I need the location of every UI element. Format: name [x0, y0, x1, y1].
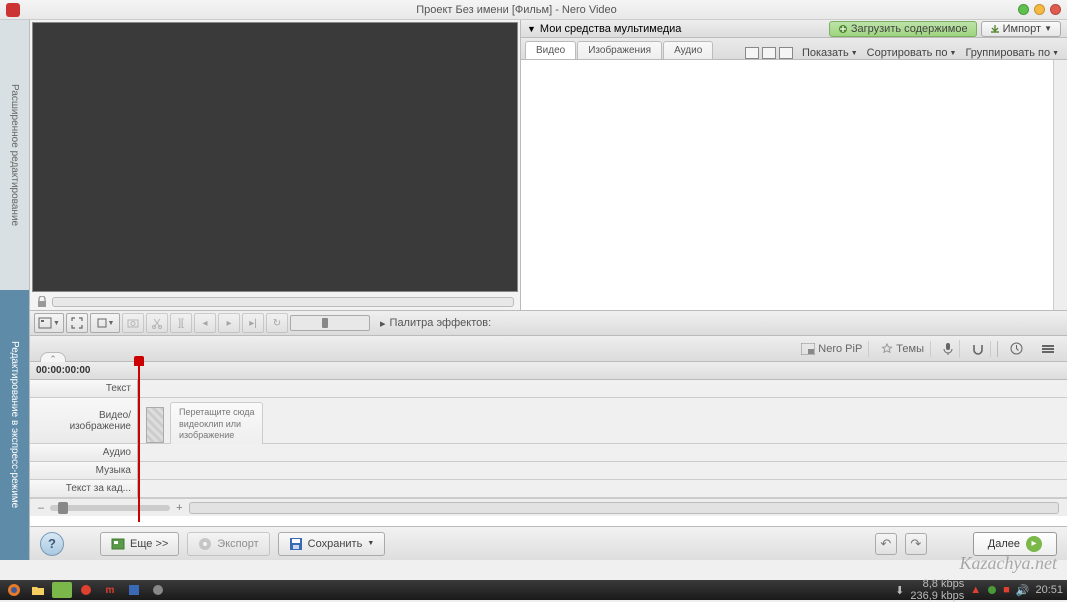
drop-hint: Перетащите сюда видеоклип или изображени… [170, 402, 263, 447]
media-scrollbar[interactable] [1053, 60, 1067, 310]
lock-icon[interactable] [36, 296, 48, 308]
app-icon-3[interactable]: m [100, 582, 120, 598]
mode-rail: Расширенное редактирование Редактировани… [0, 20, 30, 560]
download-icon: ⬇ [895, 584, 904, 597]
split-button: ][ [170, 313, 192, 333]
timeline-scrollbar[interactable] [189, 502, 1059, 514]
track-music[interactable] [138, 462, 1067, 479]
tray-icon-2[interactable] [987, 585, 997, 595]
effects-panel-header[interactable]: ▸ Палитра эффектов: [372, 317, 1063, 330]
cut-button [146, 313, 168, 333]
help-button[interactable]: ? [40, 532, 64, 556]
import-button[interactable]: Импорт ▼ [981, 21, 1061, 37]
titlebar: Проект Без имени [Фильм] - Nero Video [0, 0, 1067, 20]
clock-button[interactable] [1004, 340, 1029, 357]
more-button[interactable]: Еще >> [100, 532, 179, 556]
media-panel-header: ▼ Мои средства мультимедиа Загрузить сод… [521, 20, 1067, 38]
microphone-button[interactable] [937, 340, 960, 358]
track-video[interactable]: Перетащите сюда видеоклип или изображени… [138, 398, 1067, 443]
maximize-button[interactable] [1034, 4, 1045, 15]
track-text[interactable] [138, 380, 1067, 397]
tray-icon-3[interactable]: ■ [1003, 584, 1010, 596]
next-frame-button: ▸| [242, 313, 264, 333]
app-icon-1[interactable] [52, 582, 72, 598]
media-library[interactable] [521, 60, 1067, 310]
zoom-out-icon[interactable]: – [38, 502, 44, 514]
fullscreen-button[interactable] [66, 313, 88, 333]
upload-speed: 236,9 kbps [910, 590, 964, 602]
express-edit-tab[interactable]: Редактирование в экспресс-режиме [0, 290, 30, 560]
app-icon-5[interactable] [148, 582, 168, 598]
view-list-icon[interactable] [762, 47, 776, 59]
tool-menu-button[interactable]: ▼ [34, 313, 64, 333]
nero-pip-button[interactable]: Nero PiP [795, 341, 869, 357]
track-label-music: Музыка [30, 462, 138, 479]
os-taskbar: m ⬇ 8,8 kbps 236,9 kbps ▲ ■ 🔊 20:51 [0, 580, 1067, 600]
media-panel-title: Мои средства мультимедиа [540, 23, 682, 35]
next-button[interactable]: Далее ▸ [973, 532, 1057, 556]
app-icon-2[interactable] [76, 582, 96, 598]
track-label-video: Видео/ изображение [30, 398, 138, 443]
tab-images[interactable]: Изображения [577, 41, 662, 59]
advanced-edit-tab[interactable]: Расширенное редактирование [0, 20, 30, 290]
track-label-text: Текст [30, 380, 138, 397]
snapshot-button [122, 313, 144, 333]
clock[interactable]: 20:51 [1035, 584, 1063, 596]
track-label-audio: Аудио [30, 444, 138, 461]
view-detail-icon[interactable] [779, 47, 793, 59]
themes-button[interactable]: Темы [875, 341, 931, 357]
close-button[interactable] [1050, 4, 1061, 15]
zoom-slider[interactable] [50, 505, 170, 511]
crop-button[interactable]: ▼ [90, 313, 120, 333]
preview-viewport[interactable] [32, 22, 518, 292]
app-icon-4[interactable] [124, 582, 144, 598]
firefox-icon[interactable] [4, 582, 24, 598]
app-icon [6, 3, 20, 17]
timeline-ruler[interactable]: 00:00:00:00 [30, 362, 1067, 380]
group-dropdown[interactable]: Группировать по▼ [961, 47, 1063, 59]
track-audio[interactable] [138, 444, 1067, 461]
save-button[interactable]: Сохранить ▼ [278, 532, 386, 556]
track-caption[interactable] [138, 480, 1067, 497]
zoom-in-icon[interactable]: + [176, 502, 182, 514]
download-speed: 8,8 kbps [923, 578, 965, 590]
show-dropdown[interactable]: Показать▼ [798, 47, 862, 59]
playhead[interactable] [138, 362, 140, 522]
tray-icon-1[interactable]: ▲ [970, 584, 981, 596]
collapse-icon[interactable]: ▼ [527, 24, 536, 34]
folder-icon[interactable] [28, 582, 48, 598]
tab-audio[interactable]: Аудио [663, 41, 713, 59]
play-button: ▸ [218, 313, 240, 333]
track-label-caption: Текст за кад... [30, 480, 138, 497]
preview-scrollbar[interactable] [52, 297, 514, 307]
settings-button[interactable] [1035, 341, 1061, 357]
timecode-display: 00:00:00:00 [36, 365, 90, 376]
tray-icon-4[interactable]: 🔊 [1016, 584, 1030, 597]
prev-frame-button: ◂ [194, 313, 216, 333]
view-grid-icon[interactable] [745, 47, 759, 59]
jog-slider[interactable] [290, 315, 370, 331]
minimize-button[interactable] [1018, 4, 1029, 15]
clip-placeholder-icon [146, 407, 164, 443]
redo-button[interactable]: ↷ [905, 533, 927, 555]
window-title: Проект Без имени [Фильм] - Nero Video [20, 4, 1013, 16]
loop-button: ↻ [266, 313, 288, 333]
undo-button[interactable]: ↶ [875, 533, 897, 555]
load-content-button[interactable]: Загрузить содержимое [829, 21, 977, 37]
magnet-button[interactable] [966, 341, 991, 357]
export-button: Экспорт [187, 532, 269, 556]
sort-dropdown[interactable]: Сортировать по▼ [863, 47, 961, 59]
tab-video[interactable]: Видео [525, 41, 576, 59]
